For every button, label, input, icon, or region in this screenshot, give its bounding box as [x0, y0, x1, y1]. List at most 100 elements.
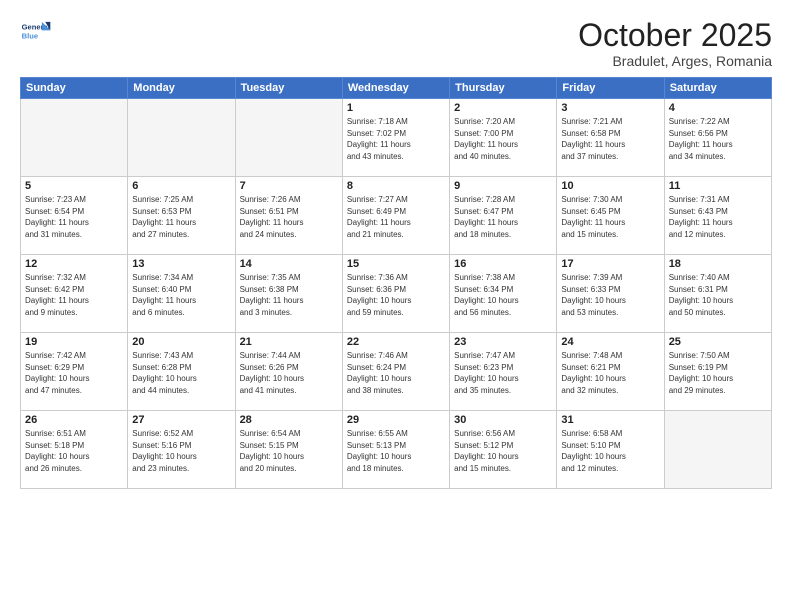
calendar-cell: 7 Sunrise: 7:26 AMSunset: 6:51 PMDaylight… — [235, 177, 342, 255]
day-number: 16 — [454, 258, 552, 270]
calendar-week-row: 5 Sunrise: 7:23 AMSunset: 6:54 PMDaylight… — [21, 177, 772, 255]
calendar-cell: 22 Sunrise: 7:46 AMSunset: 6:24 PMDayligh… — [342, 333, 449, 411]
calendar-cell: 3Sunrise: 7:21 AMSunset: 6:58 PMDaylight… — [557, 99, 664, 177]
calendar-week-row: 1 Sunrise: 7:18 AMSunset: 7:02 PMDaylight… — [21, 99, 772, 177]
day-number: 18 — [669, 258, 767, 270]
calendar-cell: 19Sunrise: 7:42 AMSunset: 6:29 PMDayligh… — [21, 333, 128, 411]
calendar-cell: 25 Sunrise: 7:50 AMSunset: 6:19 PMDayligh… — [664, 333, 771, 411]
day-info: Sunrise: 7:23 AMSunset: 6:54 PMDaylight:… — [25, 194, 123, 240]
day-number: 4 — [669, 102, 767, 114]
calendar-cell: 14Sunrise: 7:35 AMSunset: 6:38 PMDayligh… — [235, 255, 342, 333]
day-number: 21 — [240, 336, 338, 348]
day-number: 1 — [347, 102, 445, 114]
day-info: Sunrise: 7:27 AMSunset: 6:49 PMDaylight:… — [347, 194, 445, 240]
logo: General Blue — [20, 18, 52, 46]
day-number: 29 — [347, 414, 445, 426]
day-number: 30 — [454, 414, 552, 426]
day-number: 3 — [561, 102, 659, 114]
day-number: 6 — [132, 180, 230, 192]
calendar-cell: 2Sunrise: 7:20 AMSunset: 7:00 PMDaylight… — [450, 99, 557, 177]
day-info: Sunrise: 7:42 AMSunset: 6:29 PMDaylight:… — [25, 350, 123, 396]
day-info: Sunrise: 7:46 AMSunset: 6:24 PMDaylight:… — [347, 350, 445, 396]
day-info: Sunrise: 6:55 AMSunset: 5:13 PMDaylight:… — [347, 428, 445, 474]
day-number: 2 — [454, 102, 552, 114]
day-info: Sunrise: 7:40 AMSunset: 6:31 PMDaylight:… — [669, 272, 767, 318]
calendar-cell: 15 Sunrise: 7:36 AMSunset: 6:36 PMDayligh… — [342, 255, 449, 333]
calendar-cell: 23 Sunrise: 7:47 AMSunset: 6:23 PMDayligh… — [450, 333, 557, 411]
logo-icon: General Blue — [20, 18, 52, 46]
calendar-table: SundayMondayTuesdayWednesdayThursdayFrid… — [20, 77, 772, 489]
calendar-cell: 11 Sunrise: 7:31 AMSunset: 6:43 PMDayligh… — [664, 177, 771, 255]
calendar-cell: 8Sunrise: 7:27 AMSunset: 6:49 PMDaylight… — [342, 177, 449, 255]
calendar-cell: 17 Sunrise: 7:39 AMSunset: 6:33 PMDayligh… — [557, 255, 664, 333]
calendar-cell: 6 Sunrise: 7:25 AMSunset: 6:53 PMDaylight… — [128, 177, 235, 255]
day-info: Sunrise: 7:34 AMSunset: 6:40 PMDaylight:… — [132, 272, 230, 318]
calendar-week-row: 12Sunrise: 7:32 AMSunset: 6:42 PMDayligh… — [21, 255, 772, 333]
day-number: 20 — [132, 336, 230, 348]
calendar-cell: 13 Sunrise: 7:34 AMSunset: 6:40 PMDayligh… — [128, 255, 235, 333]
day-number: 17 — [561, 258, 659, 270]
day-info: Sunrise: 7:44 AMSunset: 6:26 PMDaylight:… — [240, 350, 338, 396]
calendar-cell: 10Sunrise: 7:30 AMSunset: 6:45 PMDayligh… — [557, 177, 664, 255]
calendar-cell: 24 Sunrise: 7:48 AMSunset: 6:21 PMDayligh… — [557, 333, 664, 411]
weekday-header: Wednesday — [342, 78, 449, 99]
day-info: Sunrise: 7:43 AMSunset: 6:28 PMDaylight:… — [132, 350, 230, 396]
calendar-cell: 5 Sunrise: 7:23 AMSunset: 6:54 PMDaylight… — [21, 177, 128, 255]
day-number: 5 — [25, 180, 123, 192]
calendar-cell — [664, 411, 771, 489]
day-number: 9 — [454, 180, 552, 192]
weekday-header: Tuesday — [235, 78, 342, 99]
calendar-cell: 27Sunrise: 6:52 AMSunset: 5:16 PMDayligh… — [128, 411, 235, 489]
calendar-cell: 20 Sunrise: 7:43 AMSunset: 6:28 PMDayligh… — [128, 333, 235, 411]
location: Bradulet, Arges, Romania — [578, 53, 772, 69]
page: General Blue October 2025 Bradulet, Arge… — [0, 0, 792, 612]
calendar-cell: 16Sunrise: 7:38 AMSunset: 6:34 PMDayligh… — [450, 255, 557, 333]
day-number: 15 — [347, 258, 445, 270]
weekday-header: Thursday — [450, 78, 557, 99]
month-title: October 2025 — [578, 18, 772, 53]
day-number: 12 — [25, 258, 123, 270]
svg-text:Blue: Blue — [22, 32, 38, 41]
day-info: Sunrise: 7:22 AMSunset: 6:56 PMDaylight:… — [669, 116, 767, 162]
day-info: Sunrise: 7:39 AMSunset: 6:33 PMDaylight:… — [561, 272, 659, 318]
day-number: 26 — [25, 414, 123, 426]
day-info: Sunrise: 6:54 AMSunset: 5:15 PMDaylight:… — [240, 428, 338, 474]
day-number: 24 — [561, 336, 659, 348]
calendar-week-row: 26 Sunrise: 6:51 AMSunset: 5:18 PMDayligh… — [21, 411, 772, 489]
day-info: Sunrise: 7:48 AMSunset: 6:21 PMDaylight:… — [561, 350, 659, 396]
day-number: 27 — [132, 414, 230, 426]
calendar-cell — [235, 99, 342, 177]
calendar-cell: 29 Sunrise: 6:55 AMSunset: 5:13 PMDayligh… — [342, 411, 449, 489]
day-info: Sunrise: 7:31 AMSunset: 6:43 PMDaylight:… — [669, 194, 767, 240]
calendar-cell: 30 Sunrise: 6:56 AMSunset: 5:12 PMDayligh… — [450, 411, 557, 489]
calendar-cell: 26 Sunrise: 6:51 AMSunset: 5:18 PMDayligh… — [21, 411, 128, 489]
day-info: Sunrise: 7:35 AMSunset: 6:38 PMDaylight:… — [240, 272, 338, 318]
day-number: 7 — [240, 180, 338, 192]
day-info: Sunrise: 7:28 AMSunset: 6:47 PMDaylight:… — [454, 194, 552, 240]
calendar-cell: 31Sunrise: 6:58 AMSunset: 5:10 PMDayligh… — [557, 411, 664, 489]
calendar-cell: 12Sunrise: 7:32 AMSunset: 6:42 PMDayligh… — [21, 255, 128, 333]
weekday-header: Monday — [128, 78, 235, 99]
day-number: 13 — [132, 258, 230, 270]
day-info: Sunrise: 7:36 AMSunset: 6:36 PMDaylight:… — [347, 272, 445, 318]
day-info: Sunrise: 6:56 AMSunset: 5:12 PMDaylight:… — [454, 428, 552, 474]
day-number: 22 — [347, 336, 445, 348]
calendar-cell: 9 Sunrise: 7:28 AMSunset: 6:47 PMDaylight… — [450, 177, 557, 255]
day-number: 25 — [669, 336, 767, 348]
day-info: Sunrise: 7:18 AMSunset: 7:02 PMDaylight:… — [347, 116, 445, 162]
day-info: Sunrise: 7:26 AMSunset: 6:51 PMDaylight:… — [240, 194, 338, 240]
calendar-cell: 18 Sunrise: 7:40 AMSunset: 6:31 PMDayligh… — [664, 255, 771, 333]
calendar-cell — [128, 99, 235, 177]
day-info: Sunrise: 7:50 AMSunset: 6:19 PMDaylight:… — [669, 350, 767, 396]
calendar-cell: 4 Sunrise: 7:22 AMSunset: 6:56 PMDaylight… — [664, 99, 771, 177]
day-info: Sunrise: 7:25 AMSunset: 6:53 PMDaylight:… — [132, 194, 230, 240]
day-info: Sunrise: 6:51 AMSunset: 5:18 PMDaylight:… — [25, 428, 123, 474]
day-info: Sunrise: 7:30 AMSunset: 6:45 PMDaylight:… — [561, 194, 659, 240]
day-number: 11 — [669, 180, 767, 192]
calendar-cell — [21, 99, 128, 177]
day-number: 28 — [240, 414, 338, 426]
day-number: 23 — [454, 336, 552, 348]
day-info: Sunrise: 7:47 AMSunset: 6:23 PMDaylight:… — [454, 350, 552, 396]
title-block: October 2025 Bradulet, Arges, Romania — [578, 18, 772, 69]
header: General Blue October 2025 Bradulet, Arge… — [20, 18, 772, 69]
